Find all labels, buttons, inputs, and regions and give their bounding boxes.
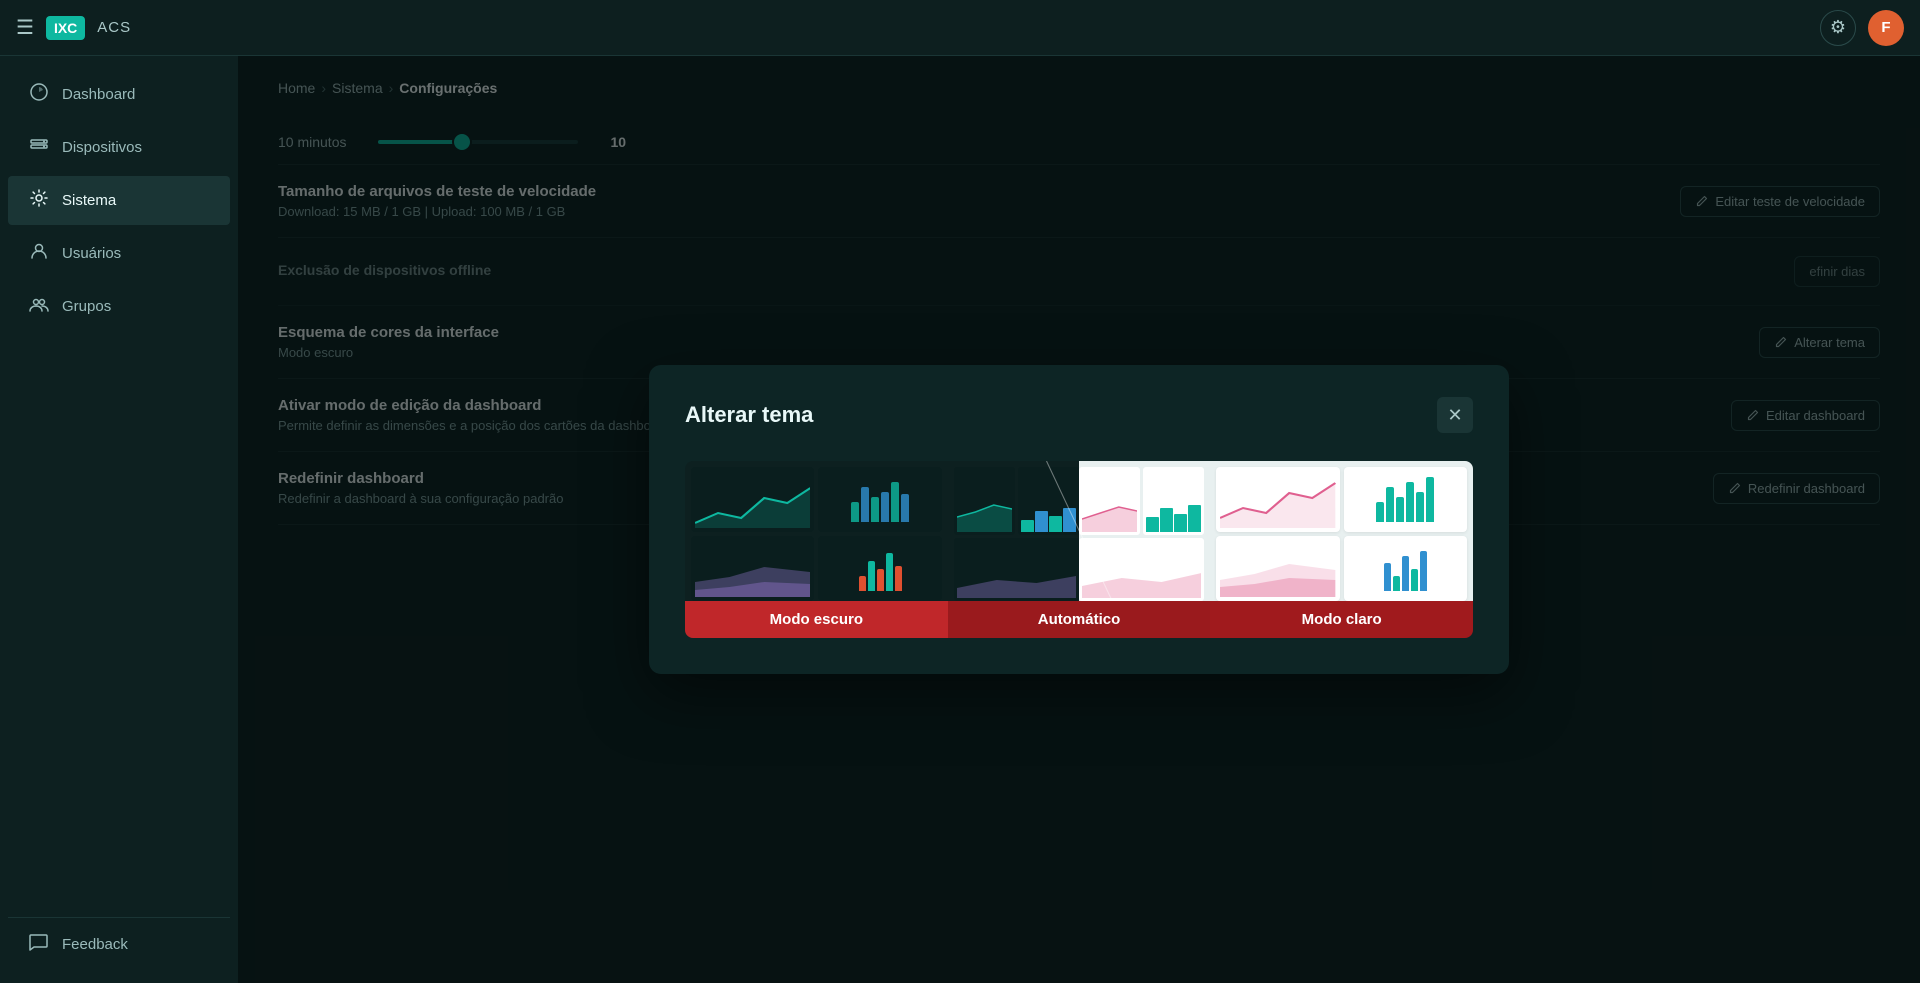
modal-title: Alterar tema <box>685 402 813 428</box>
sidebar-label-grupos: Grupos <box>62 298 111 315</box>
sidebar-label-sistema: Sistema <box>62 192 116 209</box>
main-layout: Dashboard Dispositivos Sistema <box>0 56 1920 983</box>
modal-close-button[interactable]: ✕ <box>1437 397 1473 433</box>
sidebar-item-dashboard[interactable]: Dashboard <box>8 70 230 119</box>
avatar[interactable]: F <box>1868 10 1904 46</box>
topbar-right: ⚙ F <box>1820 10 1904 46</box>
dark-theme-label: Modo escuro <box>685 601 948 638</box>
modal-header: Alterar tema ✕ <box>685 397 1473 433</box>
feedback-label: Feedback <box>62 936 128 953</box>
usuarios-icon <box>28 241 50 266</box>
sistema-icon <box>28 188 50 213</box>
auto-theme-label: Automático <box>948 601 1211 638</box>
sidebar-item-sistema[interactable]: Sistema <box>8 176 230 225</box>
grupos-icon <box>28 294 50 319</box>
content-area: Home › Sistema › Configurações 10 minuto… <box>238 56 1920 983</box>
feedback-icon <box>28 932 50 957</box>
dark-theme-preview <box>685 461 948 601</box>
sidebar-label-usuarios: Usuários <box>62 245 121 262</box>
dashboard-icon <box>28 82 50 107</box>
theme-option-auto[interactable]: Automático <box>948 461 1211 638</box>
auto-theme-preview <box>948 461 1211 601</box>
sidebar-item-dispositivos[interactable]: Dispositivos <box>8 123 230 172</box>
sidebar-label-dispositivos: Dispositivos <box>62 139 142 156</box>
theme-modal: Alterar tema ✕ <box>649 365 1509 674</box>
dispositivos-icon <box>28 135 50 160</box>
light-theme-label: Modo claro <box>1210 601 1473 638</box>
sidebar: Dashboard Dispositivos Sistema <box>0 56 238 983</box>
settings-icon-button[interactable]: ⚙ <box>1820 10 1856 46</box>
sidebar-item-usuarios[interactable]: Usuários <box>8 229 230 278</box>
modal-overlay[interactable]: Alterar tema ✕ <box>238 56 1920 983</box>
topbar: ☰ IXC ACS ⚙ F <box>0 0 1920 56</box>
light-theme-preview <box>1210 461 1473 601</box>
sidebar-label-dashboard: Dashboard <box>62 86 135 103</box>
hamburger-icon[interactable]: ☰ <box>16 15 34 40</box>
theme-options: Modo escuro <box>685 461 1473 638</box>
topbar-left: ☰ IXC ACS <box>16 15 131 40</box>
theme-option-dark[interactable]: Modo escuro <box>685 461 948 638</box>
logo-box: IXC <box>46 16 85 40</box>
theme-option-light[interactable]: Modo claro <box>1210 461 1473 638</box>
logo-text: ACS <box>97 19 131 36</box>
sidebar-feedback-button[interactable]: Feedback <box>8 917 230 971</box>
sidebar-item-grupos[interactable]: Grupos <box>8 282 230 331</box>
